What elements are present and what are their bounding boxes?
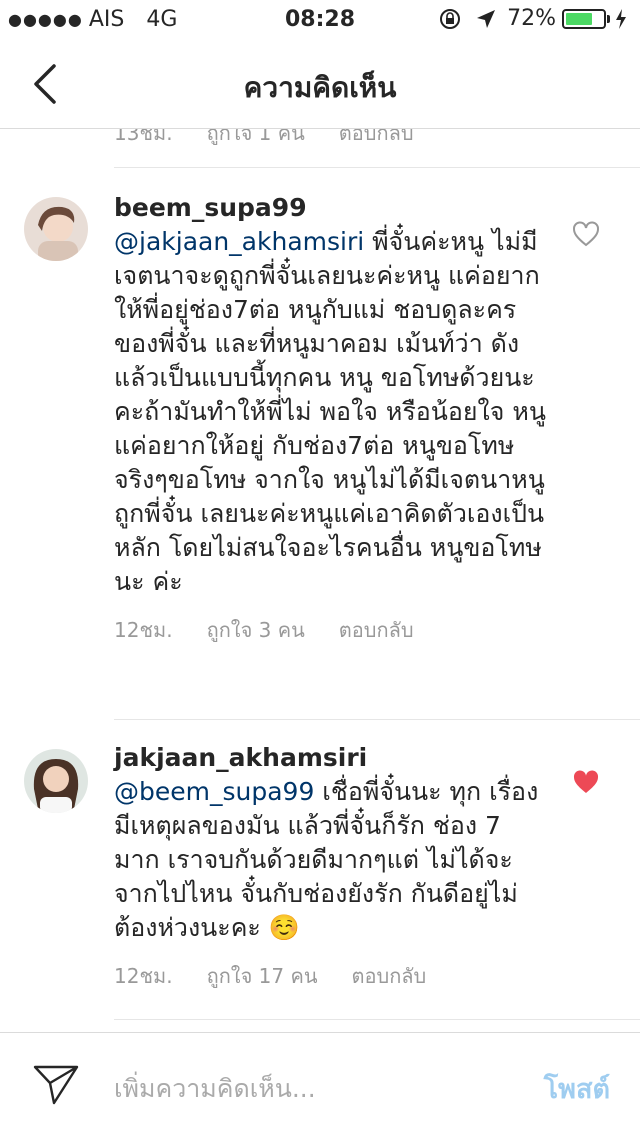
nav-bar: ความคิดเห็น — [0, 40, 640, 128]
comment-text: พี่จั๋นค่ะหนู ไม่มีเจตนาจะดูถูกพี่จั๋นเล… — [114, 227, 546, 596]
reply-link[interactable]: ตอบกลับ — [352, 959, 427, 993]
comment-meta: 12ชม. ถูกใจ 17 คน ตอบกลับ — [114, 959, 554, 993]
heart-outline-icon[interactable] — [572, 221, 600, 247]
divider — [114, 719, 640, 720]
direct-send-icon[interactable] — [32, 1063, 80, 1107]
comment-meta: 12ชม. ถูกใจ 3 คน ตอบกลับ — [114, 613, 554, 647]
rotation-lock-icon — [440, 8, 461, 29]
comments-list[interactable]: 13ชม. ถูกใจ 1 คน ตอบกลับ beem_supa99 @ja… — [0, 128, 640, 1033]
status-bar: ●●●●● AIS 4G 08:28 72% — [0, 0, 640, 40]
comment-likes[interactable]: ถูกใจ 1 คน — [207, 129, 305, 149]
page-title: ความคิดเห็น — [243, 71, 397, 104]
reply-link[interactable]: ตอบกลับ — [339, 613, 414, 647]
charging-bolt-icon — [616, 8, 626, 29]
location-arrow-icon — [477, 9, 496, 28]
battery-percent: 72% — [507, 6, 556, 31]
heart-filled-icon[interactable] — [572, 769, 600, 795]
post-button[interactable]: โพสต์ — [544, 1067, 610, 1110]
previous-comment-meta: 13ชม. ถูกใจ 1 คน ตอบกลับ — [114, 128, 448, 149]
divider — [114, 1019, 640, 1020]
avatar[interactable] — [24, 197, 88, 261]
comment-mention[interactable]: @jakjaan_akhamsiri — [114, 227, 364, 256]
comment-likes[interactable]: ถูกใจ 3 คน — [207, 613, 305, 647]
comment-time: 12ชม. — [114, 618, 173, 642]
comment-username[interactable]: jakjaan_akhamsiri — [114, 741, 554, 775]
comment-likes[interactable]: ถูกใจ 17 คน — [207, 959, 318, 993]
comment-username[interactable]: beem_supa99 — [114, 191, 554, 225]
reply-link[interactable]: ตอบกลับ — [339, 129, 414, 149]
comment-body: beem_supa99 @jakjaan_akhamsiri พี่จั๋นค่… — [114, 191, 554, 647]
comment-time: 13ชม. — [114, 128, 173, 145]
comment-input[interactable]: เพิ่มความคิดเห็น... — [114, 1069, 316, 1109]
comment-body: jakjaan_akhamsiri @beem_supa99 เชื่อพี่จ… — [114, 741, 554, 993]
divider — [114, 167, 640, 168]
comment-mention[interactable]: @beem_supa99 — [114, 777, 314, 806]
comment-composer: เพิ่มความคิดเห็น... โพสต์ — [0, 1032, 640, 1137]
avatar[interactable] — [24, 749, 88, 813]
battery-icon — [562, 8, 606, 29]
comment-time: 12ชม. — [114, 964, 173, 988]
